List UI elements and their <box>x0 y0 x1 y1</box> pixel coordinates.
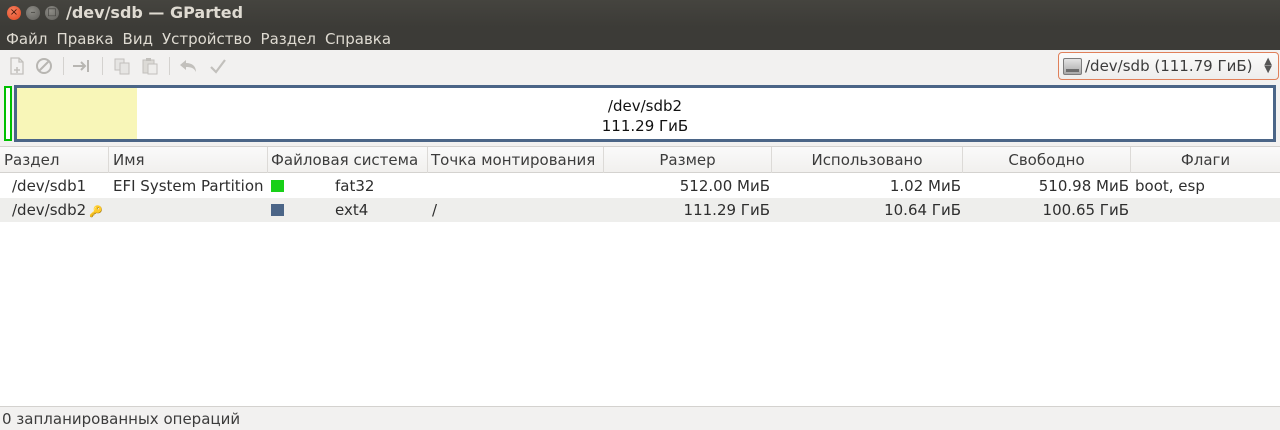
column-header-flags[interactable]: Флаги <box>1131 147 1280 173</box>
menu-edit[interactable]: Правка <box>56 30 113 48</box>
minimize-icon: – <box>30 7 36 18</box>
cell-used: 10.64 ГиБ <box>884 201 961 219</box>
resize-move-icon <box>73 60 89 72</box>
toolbar-separator <box>169 57 170 75</box>
toolbar-separator <box>63 57 64 75</box>
column-header-mountpoint[interactable]: Точка монтирования <box>428 147 604 173</box>
delete-partition-button[interactable] <box>34 56 54 76</box>
status-bar: 0 запланированных операций <box>0 408 1280 430</box>
table-row[interactable]: /dev/sdb1 EFI System Partition fat32 512… <box>0 174 1280 198</box>
paste-button[interactable] <box>140 56 160 76</box>
new-partition-button[interactable] <box>7 56 27 76</box>
apply-button[interactable] <box>208 56 228 76</box>
menu-bar: Файл Правка Вид Устройство Раздел Справк… <box>0 27 1280 50</box>
disk-map-partition-name: /dev/sdb2 <box>607 97 683 115</box>
menu-partition[interactable]: Раздел <box>261 30 316 48</box>
key-icon: 🔑 <box>89 205 103 218</box>
column-header-filesystem[interactable]: Файловая система <box>268 147 428 173</box>
menu-help[interactable]: Справка <box>325 30 391 48</box>
cell-size: 111.29 ГиБ <box>683 201 770 219</box>
maximize-window-button[interactable]: □ <box>45 6 59 20</box>
close-window-button[interactable]: × <box>7 6 21 20</box>
copy-button[interactable] <box>112 56 132 76</box>
column-header-size[interactable]: Размер <box>604 147 772 173</box>
menu-file[interactable]: Файл <box>6 30 47 48</box>
device-selector[interactable]: /dev/sdb (111.79 ГиБ) ▲ ▼ <box>1058 52 1279 80</box>
filesystem-color-swatch <box>271 180 284 192</box>
cell-partition: /dev/sdb1 <box>12 177 87 195</box>
spin-arrows-icon: ▲ ▼ <box>1264 56 1272 75</box>
disk-map-partition-size: 111.29 ГиБ <box>601 117 689 135</box>
paste-icon <box>142 58 158 75</box>
resize-move-button[interactable] <box>72 56 92 76</box>
disk-map-partition-sdb2[interactable]: /dev/sdb2 111.29 ГиБ <box>14 85 1276 142</box>
delete-partition-icon <box>36 58 52 74</box>
cell-free: 510.98 МиБ <box>1038 177 1129 195</box>
table-header: Раздел Имя Файловая система Точка монтир… <box>0 147 1280 173</box>
menu-view[interactable]: Вид <box>123 30 153 48</box>
title-bar: × – □ /dev/sdb — GParted <box>0 0 1280 27</box>
disk-map-label: /dev/sdb2 111.29 ГиБ <box>17 96 1273 136</box>
cell-used: 1.02 МиБ <box>889 177 961 195</box>
cell-name <box>113 198 268 222</box>
undo-icon <box>180 60 196 72</box>
device-selector-value: /dev/sdb (111.79 ГиБ) <box>1085 57 1253 75</box>
cell-name: EFI System Partition <box>113 177 264 195</box>
toolbar-separator <box>102 57 103 75</box>
cell-partition: /dev/sdb2 🔑 <box>12 201 103 219</box>
cell-filesystem: ext4 <box>335 201 369 219</box>
column-header-free[interactable]: Свободно <box>963 147 1131 173</box>
window-title: /dev/sdb — GParted <box>66 3 244 22</box>
harddisk-icon <box>1063 57 1082 75</box>
new-partition-icon <box>10 57 24 75</box>
column-header-partition[interactable]: Раздел <box>0 147 109 173</box>
menu-device[interactable]: Устройство <box>162 30 252 48</box>
cell-free: 100.65 ГиБ <box>1042 201 1129 219</box>
minimize-window-button[interactable]: – <box>26 6 40 20</box>
column-header-used[interactable]: Использовано <box>772 147 963 173</box>
maximize-icon: □ <box>47 7 57 18</box>
filesystem-color-swatch <box>271 204 284 216</box>
cell-flags: boot, esp <box>1135 177 1205 195</box>
partition-table: Раздел Имя Файловая система Точка монтир… <box>0 146 1280 407</box>
copy-icon <box>114 58 130 75</box>
undo-button[interactable] <box>178 56 198 76</box>
cell-mountpoint: / <box>432 201 438 219</box>
close-icon: × <box>9 7 19 18</box>
cell-filesystem: fat32 <box>335 177 375 195</box>
cell-mountpoint <box>432 174 602 198</box>
disk-map-partition-sdb1[interactable] <box>4 86 12 141</box>
cell-size: 512.00 МиБ <box>679 177 770 195</box>
cell-flags <box>1135 198 1278 222</box>
disk-map: /dev/sdb2 111.29 ГиБ <box>0 83 1280 144</box>
apply-icon <box>210 59 226 74</box>
column-header-name[interactable]: Имя <box>109 147 268 173</box>
table-row[interactable]: /dev/sdb2 🔑 ext4 / 111.29 ГиБ 10.64 ГиБ 1… <box>0 198 1280 222</box>
